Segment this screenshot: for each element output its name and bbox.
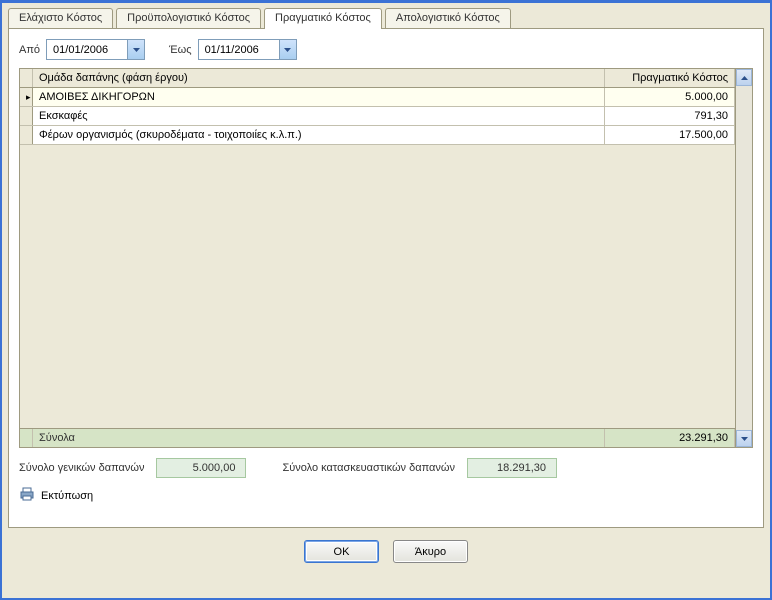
totals-label: Σύνολα bbox=[33, 429, 605, 447]
printer-icon bbox=[19, 486, 35, 505]
cell-cost: 17.500,00 bbox=[605, 126, 735, 144]
dialog-buttons: OK Άκυρο bbox=[2, 528, 770, 571]
table-row[interactable]: Εκσκαφές 791,30 bbox=[20, 107, 735, 126]
from-date-picker[interactable] bbox=[46, 39, 145, 60]
to-date-input[interactable] bbox=[199, 40, 279, 59]
table-row[interactable]: ΑΜΟΙΒΕΣ ΔΙΚΗΓΟΡΩΝ 5.000,00 bbox=[20, 88, 735, 107]
summary-row: Σύνολο γενικών δαπανών 5.000,00 Σύνολο κ… bbox=[19, 448, 753, 484]
chevron-down-icon[interactable] bbox=[279, 40, 296, 59]
tab-final-cost[interactable]: Απολογιστικό Κόστος bbox=[385, 8, 511, 29]
grid-totals: Σύνολα 23.291,30 bbox=[20, 428, 735, 447]
grid-header: Ομάδα δαπάνης (φάση έργου) Πραγματικό Κό… bbox=[20, 69, 735, 88]
vertical-scrollbar[interactable] bbox=[735, 69, 752, 447]
col-header-group[interactable]: Ομάδα δαπάνης (φάση έργου) bbox=[33, 69, 605, 87]
general-expense-label: Σύνολο γενικών δαπανών bbox=[19, 462, 144, 474]
to-label: Έως bbox=[169, 44, 192, 56]
construction-expense-value: 18.291,30 bbox=[467, 458, 557, 478]
tab-panel: Από Έως Ομάδα δαπάνης (φάση έργου) bbox=[8, 28, 764, 528]
tab-actual-cost[interactable]: Πραγματικό Κόστος bbox=[264, 8, 382, 29]
cell-group: Φέρων οργανισμός (σκυροδέματα - τοιχοποι… bbox=[33, 126, 605, 144]
print-button[interactable]: Εκτύπωση bbox=[19, 484, 753, 509]
row-indicator-header bbox=[20, 69, 33, 87]
tab-bar: Ελάχιστο Κόστος Προϋπολογιστικό Κόστος Π… bbox=[2, 3, 770, 28]
scroll-down-icon[interactable] bbox=[736, 430, 752, 447]
tab-budget-cost[interactable]: Προϋπολογιστικό Κόστος bbox=[116, 8, 261, 29]
cell-cost: 5.000,00 bbox=[605, 88, 735, 106]
scroll-up-icon[interactable] bbox=[736, 69, 752, 86]
col-header-cost[interactable]: Πραγματικό Κόστος bbox=[605, 69, 735, 87]
expenses-grid: Ομάδα δαπάνης (φάση έργου) Πραγματικό Κό… bbox=[19, 68, 753, 448]
cell-group: Εκσκαφές bbox=[33, 107, 605, 125]
totals-value: 23.291,30 bbox=[605, 429, 735, 447]
date-range-row: Από Έως bbox=[19, 39, 753, 60]
tab-min-cost[interactable]: Ελάχιστο Κόστος bbox=[8, 8, 113, 29]
cell-cost: 791,30 bbox=[605, 107, 735, 125]
app-window: Ελάχιστο Κόστος Προϋπολογιστικό Κόστος Π… bbox=[0, 0, 772, 600]
row-indicator-icon bbox=[20, 88, 33, 106]
row-indicator-icon bbox=[20, 107, 33, 125]
cancel-button[interactable]: Άκυρο bbox=[393, 540, 468, 563]
chevron-down-icon[interactable] bbox=[127, 40, 144, 59]
ok-button[interactable]: OK bbox=[304, 540, 379, 563]
construction-expense-label: Σύνολο κατασκευαστικών δαπανών bbox=[282, 462, 455, 474]
general-expense-value: 5.000,00 bbox=[156, 458, 246, 478]
from-date-input[interactable] bbox=[47, 40, 127, 59]
grid-body: ΑΜΟΙΒΕΣ ΔΙΚΗΓΟΡΩΝ 5.000,00 Εκσκαφές 791,… bbox=[20, 88, 735, 428]
table-row[interactable]: Φέρων οργανισμός (σκυροδέματα - τοιχοποι… bbox=[20, 126, 735, 145]
to-date-picker[interactable] bbox=[198, 39, 297, 60]
from-label: Από bbox=[19, 44, 40, 56]
row-indicator-icon bbox=[20, 126, 33, 144]
cell-group: ΑΜΟΙΒΕΣ ΔΙΚΗΓΟΡΩΝ bbox=[33, 88, 605, 106]
print-label: Εκτύπωση bbox=[41, 490, 93, 502]
